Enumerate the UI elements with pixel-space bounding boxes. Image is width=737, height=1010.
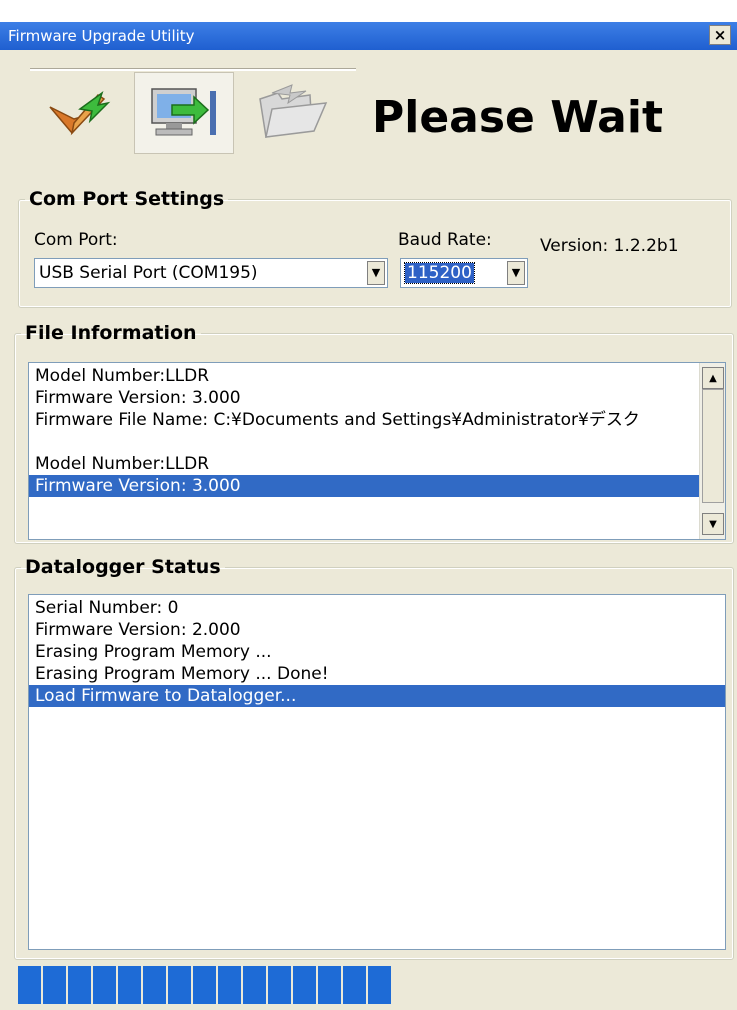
progress-segment [168,966,191,1004]
arrow-up-icon: ▲ [709,372,717,384]
progress-segment [243,966,266,1004]
file-information-scrollbar[interactable]: ▲ ▼ [699,363,725,539]
com-port-select[interactable]: USB Serial Port (COM195) ▼ [34,258,388,288]
progress-segment [343,966,366,1004]
list-item[interactable]: Firmware Version: 3.000 [29,387,701,409]
computer-transfer-icon [151,88,216,136]
check-arrow-icon [49,91,111,136]
list-item-selected[interactable]: Load Firmware to Datalogger... [29,685,725,707]
chevron-down-icon[interactable]: ▼ [367,261,385,285]
list-item-selected[interactable]: Firmware Version: 3.000 [29,475,701,497]
progress-segment [318,966,341,1004]
progress-segment [118,966,141,1004]
arrow-down-icon: ▼ [709,518,717,530]
version-text: Version: 1.2.2b1 [540,236,679,256]
scroll-up-button[interactable]: ▲ [702,367,724,389]
progress-segment [68,966,91,1004]
title-bar: Firmware Upgrade Utility × [0,0,737,50]
window-title: Firmware Upgrade Utility [8,27,195,45]
com-port-settings-title: Com Port Settings [29,188,225,210]
datalogger-status-list[interactable]: Serial Number: 0 Firmware Version: 2.000… [28,594,726,950]
step-check-button[interactable] [30,72,130,154]
close-button[interactable]: × [709,25,731,45]
list-item[interactable]: Erasing Program Memory ... [29,641,725,663]
list-item[interactable]: Serial Number: 0 [29,597,725,619]
step-transfer-button[interactable] [134,72,234,154]
com-port-value: USB Serial Port (COM195) [39,263,258,283]
list-item[interactable]: Firmware File Name: C:¥Documents and Set… [29,409,701,431]
step-folder-button[interactable] [244,72,344,154]
list-item[interactable]: Model Number:LLDR [29,365,701,387]
toolbar-separator [30,68,356,71]
progress-segment [368,966,391,1004]
progress-segment [268,966,291,1004]
progress-segment [143,966,166,1004]
file-information-list[interactable]: Model Number:LLDR Firmware Version: 3.00… [28,362,726,540]
scroll-down-button[interactable]: ▼ [702,513,724,535]
datalogger-status-title: Datalogger Status [25,556,221,578]
folder-arrow-icon [259,84,328,138]
progress-segment [93,966,116,1004]
list-item[interactable]: Erasing Program Memory ... Done! [29,663,725,685]
baud-rate-select[interactable]: 115200 ▼ [400,258,528,288]
file-information-title: File Information [25,322,197,344]
progress-segment [43,966,66,1004]
list-item[interactable] [29,431,701,453]
progress-segment [218,966,241,1004]
progress-bar [14,964,726,1004]
progress-segment [193,966,216,1004]
com-port-label: Com Port: [34,230,118,250]
baud-rate-value: 115200 [404,262,475,284]
list-item[interactable]: Firmware Version: 2.000 [29,619,725,641]
progress-segment [18,966,41,1004]
chevron-down-icon[interactable]: ▼ [507,261,525,285]
close-icon: × [713,26,727,44]
baud-rate-label: Baud Rate: [398,230,492,250]
progress-segment [293,966,316,1004]
scroll-thumb[interactable] [702,389,724,503]
status-title: Please Wait [372,92,663,143]
list-item[interactable]: Model Number:LLDR [29,453,701,475]
